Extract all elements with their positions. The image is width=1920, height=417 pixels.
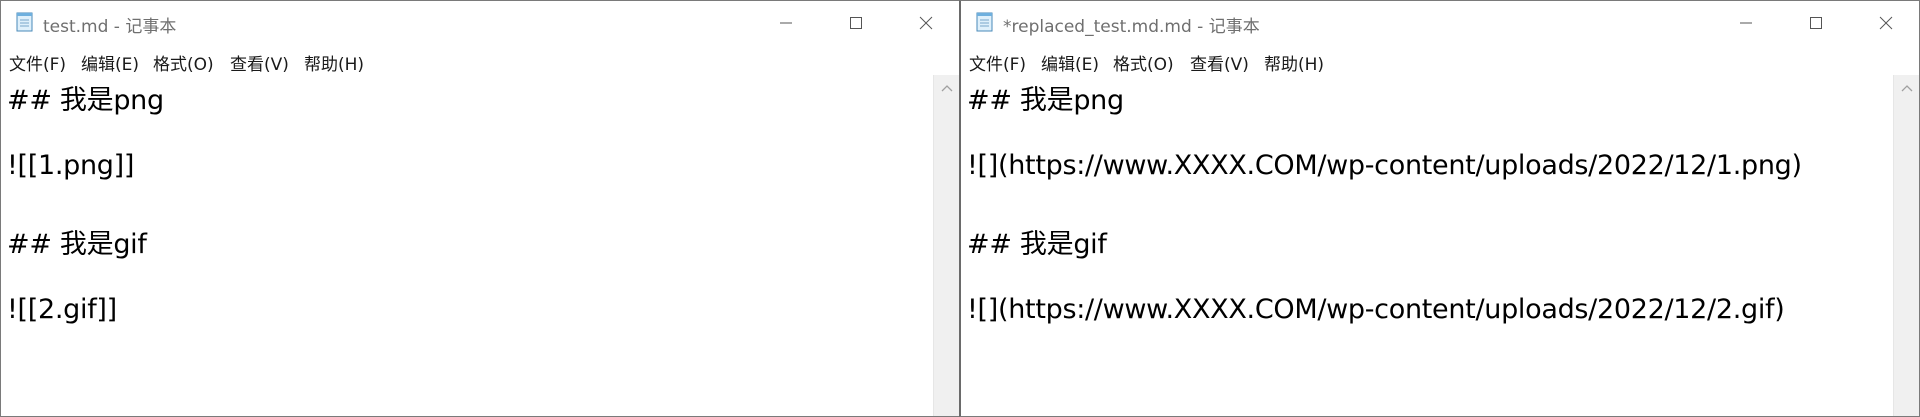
editor-line: ## 我是png: [7, 85, 164, 116]
menu-edit[interactable]: 编辑(E): [81, 50, 139, 75]
window-title: test.md - 记事本: [43, 17, 177, 37]
title-bar[interactable]: *replaced_test.md.md - 记事本: [961, 1, 1919, 45]
menu-help[interactable]: 帮助(H): [1264, 50, 1324, 75]
notepad-icon[interactable]: [14, 11, 36, 33]
text-editor-area[interactable]: ## 我是png ![[1.png]] ## 我是gif ![[2.gif]]: [1, 75, 933, 416]
text-editor-area[interactable]: ## 我是png ![](https://www.XXXX.COM/wp-con…: [961, 75, 1893, 416]
vertical-scrollbar[interactable]: [1893, 75, 1919, 416]
editor-line: ![[1.png]]: [7, 150, 135, 181]
menu-view[interactable]: 查看(V): [1190, 50, 1249, 75]
close-button[interactable]: [891, 1, 960, 45]
minimize-button[interactable]: [1711, 1, 1781, 45]
chevron-up-icon: [941, 85, 953, 92]
menu-help[interactable]: 帮助(H): [304, 50, 364, 75]
menu-bar: 文件(F) 编辑(E) 格式(O) 查看(V) 帮助(H): [961, 45, 1919, 76]
window-title: *replaced_test.md.md - 记事本: [1003, 17, 1260, 37]
menu-file[interactable]: 文件(F): [969, 50, 1026, 75]
menu-view[interactable]: 查看(V): [230, 50, 289, 75]
editor-line: ![[2.gif]]: [7, 294, 117, 325]
minimize-icon: [780, 22, 792, 24]
close-button[interactable]: [1851, 1, 1919, 45]
editor-line: ## 我是gif: [967, 229, 1107, 260]
scroll-up-button[interactable]: [1894, 75, 1919, 101]
minimize-icon: [1740, 22, 1752, 24]
editor-line: ## 我是gif: [7, 229, 147, 260]
notepad-icon[interactable]: [974, 11, 996, 33]
maximize-button[interactable]: [1781, 1, 1851, 45]
editor-line: ![](https://www.XXXX.COM/wp-content/uplo…: [967, 294, 1785, 325]
editor-line: ![](https://www.XXXX.COM/wp-content/uplo…: [967, 150, 1802, 181]
scroll-up-button[interactable]: [934, 75, 960, 101]
menu-edit[interactable]: 编辑(E): [1041, 50, 1099, 75]
close-icon: [1879, 16, 1893, 30]
maximize-icon: [1810, 17, 1822, 29]
maximize-icon: [850, 17, 862, 29]
vertical-scrollbar[interactable]: [933, 75, 960, 416]
notepad-window-replaced[interactable]: *replaced_test.md.md - 记事本 文件(F) 编辑(E) 格…: [959, 0, 1920, 417]
menu-format[interactable]: 格式(O): [153, 50, 214, 75]
close-icon: [919, 16, 933, 30]
title-bar[interactable]: test.md - 记事本: [1, 1, 960, 45]
menu-format[interactable]: 格式(O): [1113, 50, 1174, 75]
menu-file[interactable]: 文件(F): [9, 50, 66, 75]
desktop: test.md - 记事本 文件(F) 编辑(E) 格式(O) 查看(V) 帮助…: [0, 0, 1920, 417]
minimize-button[interactable]: [751, 1, 821, 45]
chevron-up-icon: [1901, 85, 1913, 92]
notepad-window-original[interactable]: test.md - 记事本 文件(F) 编辑(E) 格式(O) 查看(V) 帮助…: [0, 0, 960, 417]
maximize-button[interactable]: [821, 1, 891, 45]
menu-bar: 文件(F) 编辑(E) 格式(O) 查看(V) 帮助(H): [1, 45, 960, 76]
editor-line: ## 我是png: [967, 85, 1124, 116]
